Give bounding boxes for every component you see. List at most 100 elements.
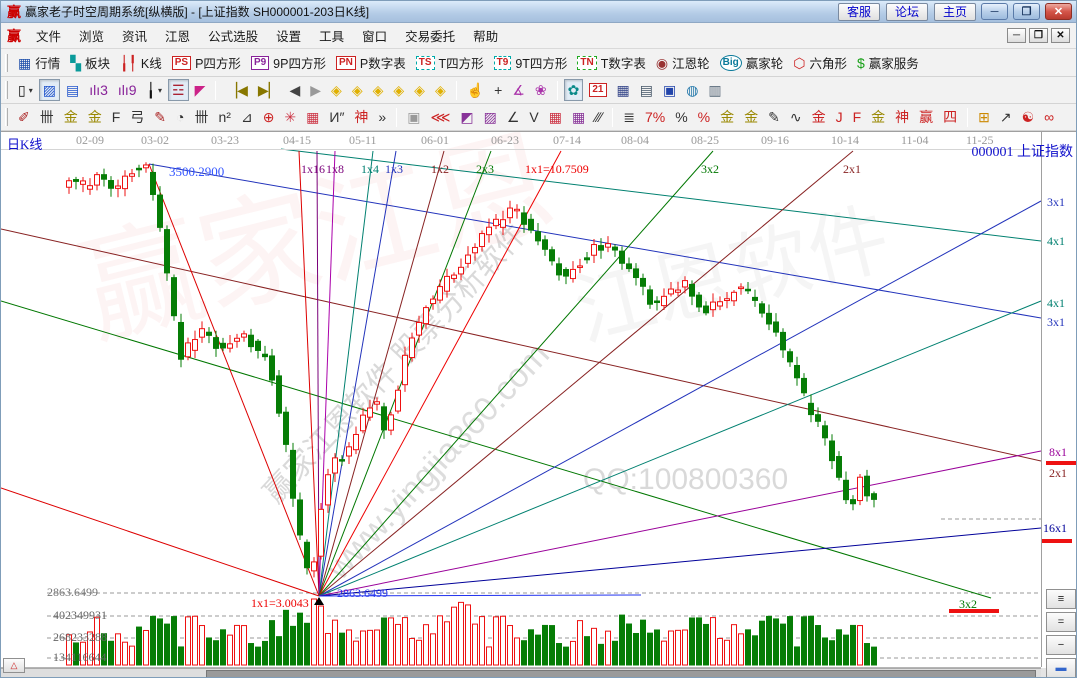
gann-fence-button[interactable]: 卌 — [36, 106, 58, 128]
menu-item-文件[interactable]: 文件 — [27, 23, 70, 48]
grid-red-button[interactable]: ▦ — [545, 106, 566, 128]
gann-wheel-button[interactable]: ◉江恩轮 — [652, 52, 714, 74]
prev-page-button[interactable]: ◀ — [285, 79, 304, 101]
p-square-button[interactable]: PSP四方形 — [168, 52, 245, 74]
t-number-table-button[interactable]: TNT数字表 — [573, 52, 649, 74]
volume-collapse-button[interactable]: △ — [3, 658, 25, 673]
scrollbar-thumb[interactable] — [206, 670, 1036, 678]
angle-j-button[interactable]: J — [832, 106, 847, 128]
taiji-button[interactable]: ☯ — [1018, 106, 1039, 128]
pane-slider-button[interactable]: ▬ — [1046, 658, 1076, 678]
candlestick-chart[interactable] — [1, 131, 1077, 678]
hexagon-button[interactable]: ⬡六角形 — [789, 52, 851, 74]
menu-item-公式选股[interactable]: 公式选股 — [199, 23, 267, 48]
grid-target-button[interactable]: ▦ — [302, 106, 323, 128]
angle-win-button[interactable]: 赢 — [915, 106, 937, 128]
period-dropdown-dropdown-icon[interactable]: ▾ — [29, 86, 33, 95]
gold-circle-button[interactable]: 金 — [716, 106, 738, 128]
calendar-21-button[interactable]: 21 — [585, 79, 610, 101]
menu-item-窗口[interactable]: 窗口 — [353, 23, 396, 48]
winner-service-button[interactable]: $赢家服务 — [853, 52, 923, 74]
diamond-expand-button[interactable]: ◈ — [389, 79, 408, 101]
diamond-left-button[interactable]: ◈ — [327, 79, 346, 101]
brush-pen-button[interactable]: ✐ — [14, 106, 34, 128]
diamond-right-button[interactable]: ◈ — [348, 79, 367, 101]
menu-item-工具[interactable]: 工具 — [310, 23, 353, 48]
menu-item-浏览[interactable]: 浏览 — [70, 23, 113, 48]
horizontal-scrollbar[interactable] — [1, 668, 1041, 678]
p-number-table-button[interactable]: PNP数字表 — [332, 52, 410, 74]
brain-tool-button[interactable]: ✿ — [564, 79, 584, 101]
angle-a-button[interactable]: ⊿ — [237, 106, 257, 128]
period-dropdown-button[interactable]: ▯▾ — [14, 79, 37, 101]
percent-line-button[interactable]: % — [694, 106, 714, 128]
diamond-compress-button[interactable]: ◈ — [410, 79, 429, 101]
compass-circle-button[interactable]: ◔ — [172, 106, 188, 128]
t9-square-button[interactable]: T99T四方形 — [490, 52, 572, 74]
kline-button[interactable]: ╽╿K线 — [116, 52, 166, 74]
forum-button[interactable]: 论坛 — [886, 3, 928, 21]
gold-red-line-button[interactable]: 金 — [808, 106, 830, 128]
angle-god-button[interactable]: 神 — [891, 106, 913, 128]
map-region-button[interactable]: ▨ — [39, 79, 60, 101]
candle-style-dropdown-button[interactable]: ╽▾ — [143, 79, 166, 101]
gann-fence-gold-2-button[interactable]: 金 — [84, 106, 106, 128]
gann-fence-gold-button[interactable]: 金 — [60, 106, 82, 128]
fence-bow-button[interactable]: 弓 — [126, 106, 148, 128]
pc-export-button[interactable]: ▥ — [704, 79, 725, 101]
gold-bars-button[interactable]: 金 — [740, 106, 762, 128]
diamond-full-button[interactable]: ◈ — [431, 79, 450, 101]
home-button[interactable]: 主页 — [934, 3, 976, 21]
fence-f-button[interactable]: F — [108, 106, 125, 128]
flower-tool-button[interactable]: ❀ — [531, 79, 551, 101]
mini-chart-button[interactable]: ↗ — [996, 106, 1016, 128]
grid-red-2-button[interactable]: ▦ — [568, 106, 589, 128]
purple-bars-9-button[interactable]: ılı9 — [114, 79, 141, 101]
menu-item-帮助[interactable]: 帮助 — [464, 23, 507, 48]
menu-item-资讯[interactable]: 资讯 — [113, 23, 156, 48]
first-page-button[interactable]: ▕◀ — [222, 79, 252, 101]
percent-button[interactable]: % — [671, 106, 691, 128]
child-minimize-button[interactable]: ─ — [1007, 28, 1026, 43]
export-globe-button[interactable]: ◍ — [682, 79, 702, 101]
menu-item-设置[interactable]: 设置 — [267, 23, 310, 48]
diamond-cross-button[interactable]: ◈ — [369, 79, 388, 101]
angle-f-button[interactable]: F — [849, 106, 866, 128]
ratio-bars-button[interactable]: ≣ — [619, 106, 639, 128]
starburst-button[interactable]: ✳ — [280, 106, 300, 128]
calculator-button[interactable]: ▦ — [613, 79, 634, 101]
t-square-button[interactable]: TST四方形 — [412, 52, 488, 74]
menu-item-交易委托[interactable]: 交易委托 — [396, 23, 464, 48]
main-diagram-button[interactable]: ☲ — [168, 79, 189, 101]
minimize-button[interactable]: ─ — [981, 3, 1008, 20]
last-page-button[interactable]: ▶▏ — [254, 79, 284, 101]
circle-cross-button[interactable]: ⊕ — [259, 106, 279, 128]
pause-k-button[interactable]: И″ — [325, 106, 348, 128]
menu-item-江恩[interactable]: 江恩 — [156, 23, 199, 48]
save-disk-button[interactable]: ▣ — [659, 79, 680, 101]
child-restore-button[interactable]: ❐ — [1029, 28, 1048, 43]
next-page-button[interactable]: ▶ — [306, 79, 325, 101]
close-button[interactable]: ✕ — [1045, 3, 1072, 20]
pane-max-button[interactable]: ≡ — [1046, 589, 1076, 609]
pane-min-button[interactable]: − — [1046, 635, 1076, 655]
p9-square-button[interactable]: P99P四方形 — [247, 52, 330, 74]
candle-pen-button[interactable]: ✎ — [764, 106, 784, 128]
candle-style-dropdown-dropdown-icon[interactable]: ▾ — [158, 86, 162, 95]
wave-a-button[interactable]: ∿ — [786, 106, 806, 128]
restore-button[interactable]: ❐ — [1013, 3, 1040, 20]
chart-region[interactable]: 赢家江恩软件 股票分析软件www.yingjia360.comQQ:100800… — [1, 131, 1077, 678]
grid-yellow-button[interactable]: ⊞ — [974, 106, 994, 128]
angle-four-button[interactable]: 四 — [939, 106, 961, 128]
purple-bars-3-button[interactable]: ılı3 — [85, 79, 112, 101]
percent-7-button[interactable]: 7% — [641, 106, 669, 128]
fence-small-button[interactable]: 卌 — [191, 106, 213, 128]
angle-gold-button[interactable]: 金 — [867, 106, 889, 128]
notepad-button[interactable]: ▤ — [636, 79, 657, 101]
volume-flag-button[interactable]: ◤ — [191, 79, 210, 101]
sectors-button[interactable]: ▚板块 — [66, 52, 114, 74]
customer-service-button[interactable]: 客服 — [838, 3, 880, 21]
winner-wheel-button[interactable]: Big赢家轮 — [716, 52, 788, 74]
infinity-button[interactable]: ∞ — [1040, 106, 1058, 128]
info-list-button[interactable]: ▤ — [62, 79, 83, 101]
